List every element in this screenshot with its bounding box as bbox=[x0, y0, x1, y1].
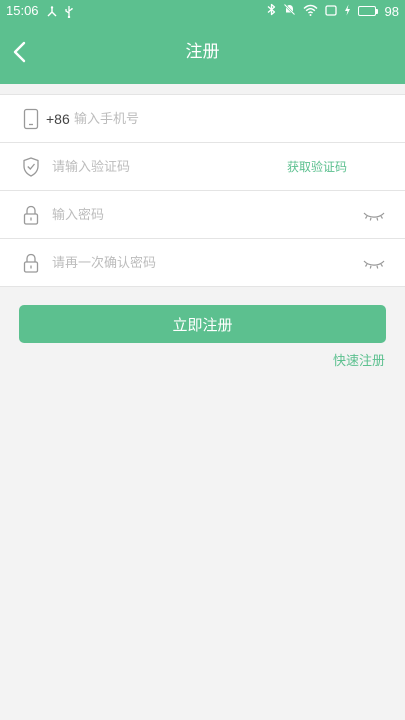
screen-rotation-icon bbox=[324, 4, 337, 19]
password-input[interactable] bbox=[52, 203, 342, 227]
battery-icon bbox=[357, 6, 378, 16]
get-code-button[interactable]: 获取验证码 bbox=[287, 158, 347, 176]
code-row: 获取验证码 bbox=[0, 143, 405, 191]
status-left-icons bbox=[46, 3, 74, 22]
country-code: +86 bbox=[46, 111, 70, 127]
eye-closed-icon[interactable] bbox=[363, 208, 385, 222]
lock-icon bbox=[22, 204, 40, 226]
verification-code-input[interactable] bbox=[52, 155, 252, 179]
bluetooth-icon bbox=[267, 3, 276, 19]
phone-input[interactable] bbox=[74, 107, 374, 131]
password-row bbox=[0, 191, 405, 239]
notifications-off-icon bbox=[283, 3, 296, 19]
usb-icon bbox=[64, 3, 74, 22]
status-right: 98 bbox=[267, 3, 399, 19]
usb-debug-icon bbox=[46, 3, 58, 22]
confirm-password-row bbox=[0, 239, 405, 287]
quick-register-link[interactable]: 快速注册 bbox=[333, 353, 385, 371]
wifi-icon bbox=[303, 4, 318, 19]
register-button[interactable]: 立即注册 bbox=[19, 305, 386, 343]
battery-level: 98 bbox=[384, 3, 399, 19]
page-title: 注册 bbox=[185, 42, 220, 62]
register-form: +86 获取验证码 bbox=[0, 94, 405, 287]
status-time: 15:06 bbox=[6, 3, 39, 18]
phone-row: +86 bbox=[0, 95, 405, 143]
eye-closed-icon[interactable] bbox=[363, 256, 385, 270]
charging-icon bbox=[344, 4, 351, 19]
app-header: 15:06 98 注册 bbox=[0, 0, 405, 84]
nav-bar: 注册 bbox=[0, 22, 405, 84]
confirm-password-input[interactable] bbox=[52, 251, 342, 275]
shield-check-icon bbox=[22, 156, 40, 178]
lock-icon bbox=[22, 252, 40, 274]
status-bar: 15:06 98 bbox=[0, 0, 405, 22]
phone-icon bbox=[22, 108, 40, 130]
